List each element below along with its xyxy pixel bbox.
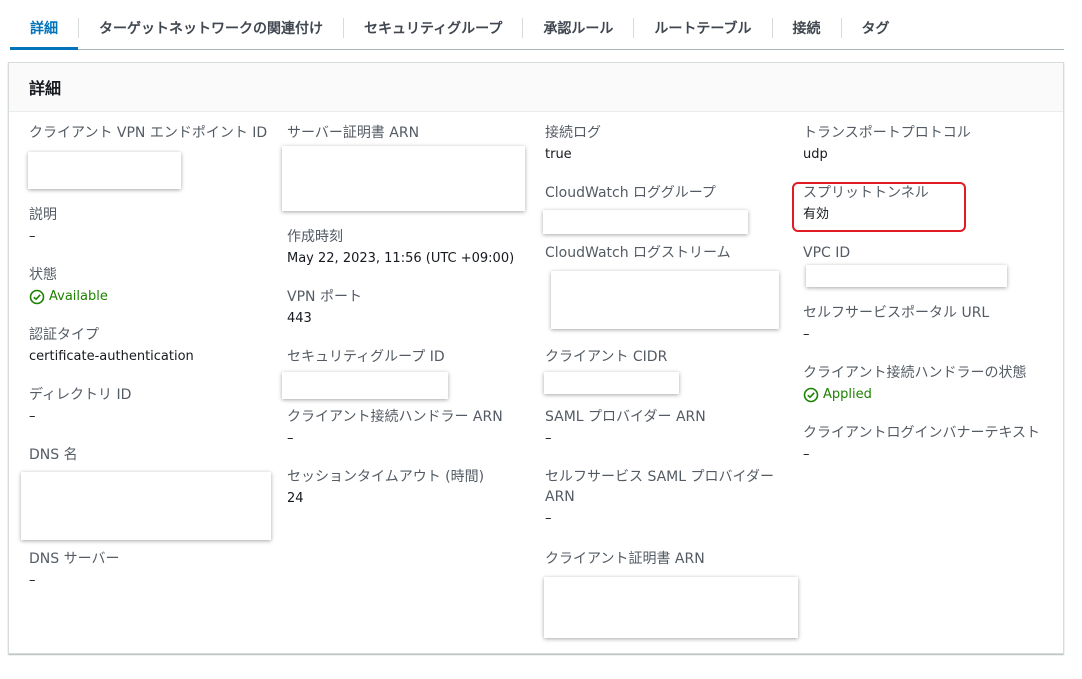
redacted-sg-id	[282, 372, 448, 399]
field-description: 説明 –	[29, 205, 279, 247]
handler-status-text: Applied	[823, 387, 872, 402]
banner-text-value: –	[803, 447, 810, 462]
directory-id-label: ディレクトリ ID	[29, 387, 132, 403]
status-text: Available	[49, 289, 108, 304]
field-vpc-id: VPC ID	[803, 243, 1053, 263]
panel-title: 詳細	[29, 79, 62, 98]
field-handler-status: クライアント接続ハンドラーの状態 Applied	[803, 363, 1053, 405]
field-portal-url: セルフサービスポータル URL –	[803, 303, 1053, 345]
endpoint-id-label: クライアント VPN エンドポイント ID	[29, 125, 268, 141]
field-banner-text: クライアントログインバナーテキスト –	[803, 423, 1053, 465]
field-dns-server: DNS サーバー –	[29, 549, 279, 591]
redacted-client-cidr	[544, 372, 679, 394]
auth-type-label: 認証タイプ	[29, 327, 99, 343]
cw-group-label: CloudWatch ロググループ	[545, 185, 716, 201]
field-sg-id: セキュリティグループ ID	[287, 347, 537, 367]
self-saml-label: セルフサービス SAML プロバイダー ARN	[545, 469, 774, 505]
field-handler-arn: クライアント接続ハンドラー ARN –	[287, 407, 537, 449]
created-label: 作成時刻	[287, 229, 343, 245]
field-client-cidr: クライアント CIDR	[545, 347, 795, 367]
status-label: 状態	[29, 267, 57, 283]
status-value: Available	[29, 287, 279, 307]
redacted-dns-name	[21, 472, 271, 540]
tab-connections[interactable]: 接続	[773, 8, 841, 48]
page: 詳細 ターゲットネットワークの関連付け セキュリティグループ 承認ルール ルート…	[0, 0, 1082, 679]
client-cidr-label: クライアント CIDR	[545, 349, 668, 365]
session-timeout-label: セッションタイムアウト (時間)	[287, 469, 485, 485]
field-client-cert: クライアント証明書 ARN	[545, 549, 795, 569]
handler-arn-label: クライアント接続ハンドラー ARN	[287, 409, 503, 425]
transport-label: トランスポートプロトコル	[803, 125, 971, 141]
description-label: 説明	[29, 207, 57, 223]
field-cw-group: CloudWatch ロググループ	[545, 183, 795, 203]
tab-security-groups[interactable]: セキュリティグループ	[344, 8, 522, 48]
transport-value: udp	[803, 147, 828, 162]
portal-url-label: セルフサービスポータル URL	[803, 305, 990, 321]
field-directory-id: ディレクトリ ID –	[29, 385, 279, 427]
field-vpn-port: VPN ポート 443	[287, 287, 537, 329]
saml-label: SAML プロバイダー ARN	[545, 409, 706, 425]
tab-route-table[interactable]: ルートテーブル	[634, 8, 771, 48]
field-cw-stream: CloudWatch ログストリーム	[545, 243, 795, 263]
check-circle-icon	[29, 289, 45, 305]
field-conn-log: 接続ログ true	[545, 123, 795, 165]
vpn-port-value: 443	[287, 311, 312, 326]
cw-stream-label: CloudWatch ログストリーム	[545, 245, 731, 261]
redacted-client-cert	[544, 577, 798, 638]
redacted-server-cert	[282, 146, 525, 211]
field-auth-type: 認証タイプ certificate-authentication	[29, 325, 279, 367]
field-session-timeout: セッションタイムアウト (時間) 24	[287, 467, 537, 509]
tab-tags[interactable]: タグ	[842, 8, 910, 48]
redacted-cw-group	[543, 210, 748, 234]
tab-authorization-rules[interactable]: 承認ルール	[523, 8, 633, 48]
self-saml-value: –	[545, 511, 552, 526]
vpc-id-label: VPC ID	[803, 245, 851, 261]
handler-arn-value: –	[287, 431, 294, 446]
client-cert-label: クライアント証明書 ARN	[545, 551, 705, 567]
check-circle-icon	[803, 387, 819, 403]
created-value: May 22, 2023, 11:56 (UTC +09:00)	[287, 251, 515, 266]
vpn-port-label: VPN ポート	[287, 289, 362, 305]
sg-id-label: セキュリティグループ ID	[287, 349, 445, 365]
field-status: 状態 Available	[29, 265, 279, 307]
dns-server-value: –	[29, 573, 36, 588]
handler-status-value: Applied	[803, 385, 1053, 405]
redacted-vpc-id	[806, 265, 1007, 287]
field-transport: トランスポートプロトコル udp	[803, 123, 1053, 165]
handler-status-label: クライアント接続ハンドラーの状態	[803, 365, 1027, 381]
conn-log-value: true	[545, 147, 572, 162]
field-dns-name: DNS 名	[29, 445, 279, 465]
server-cert-label: サーバー証明書 ARN	[287, 125, 420, 141]
portal-url-value: –	[803, 327, 810, 342]
field-server-cert: サーバー証明書 ARN	[287, 123, 537, 143]
saml-value: –	[545, 431, 552, 446]
description-value: –	[29, 229, 36, 244]
session-timeout-value: 24	[287, 491, 304, 506]
tab-details[interactable]: 詳細	[10, 8, 78, 50]
auth-type-value: certificate-authentication	[29, 349, 194, 364]
banner-text-label: クライアントログインバナーテキスト	[803, 425, 1041, 441]
conn-log-label: 接続ログ	[545, 125, 601, 141]
details-panel: 詳細 クライアント VPN エンドポイント ID 説明 – 状態 Availab…	[8, 62, 1064, 654]
directory-id-value: –	[29, 409, 36, 424]
field-self-saml: セルフサービス SAML プロバイダー ARN –	[545, 467, 795, 529]
panel-header: 詳細	[9, 63, 1063, 112]
tab-target-network[interactable]: ターゲットネットワークの関連付け	[79, 8, 343, 48]
field-saml: SAML プロバイダー ARN –	[545, 407, 795, 449]
redacted-endpoint-id	[28, 152, 181, 189]
highlight-split-tunnel	[792, 182, 966, 232]
field-endpoint-id: クライアント VPN エンドポイント ID	[29, 123, 279, 143]
dns-name-label: DNS 名	[29, 447, 78, 463]
redacted-cw-stream	[551, 271, 779, 329]
dns-server-label: DNS サーバー	[29, 551, 120, 567]
tab-bar: 詳細 ターゲットネットワークの関連付け セキュリティグループ 承認ルール ルート…	[10, 8, 1064, 50]
field-created: 作成時刻 May 22, 2023, 11:56 (UTC +09:00)	[287, 227, 537, 269]
